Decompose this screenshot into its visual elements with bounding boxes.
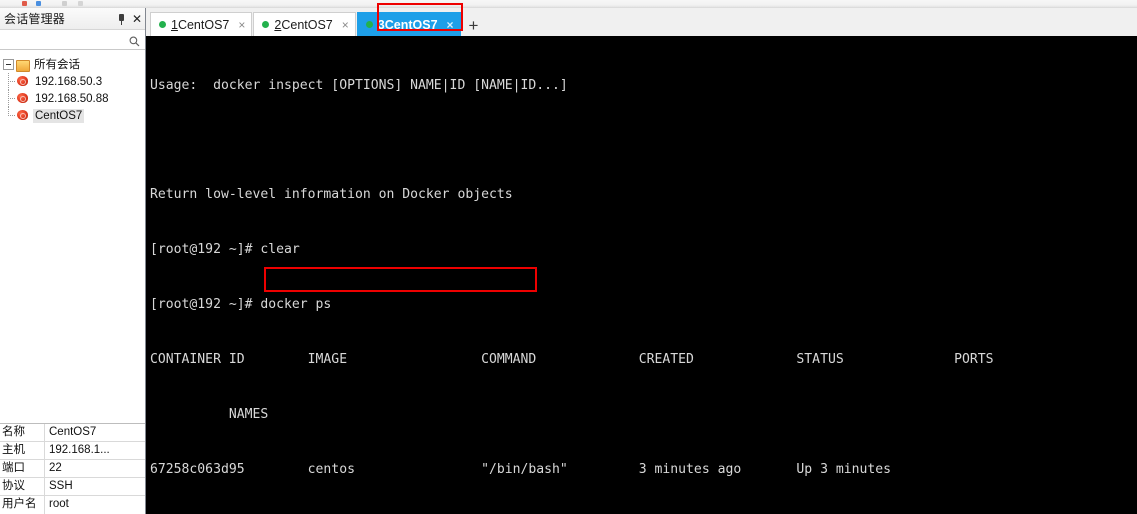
property-row: 协议 SSH xyxy=(0,478,145,496)
property-value: root xyxy=(49,498,69,510)
tree-item-192-168-50-88[interactable]: 192.168.50.88 xyxy=(3,90,145,107)
property-row: 名称 CentOS7 xyxy=(0,424,145,442)
property-row: 主机 192.168.1... xyxy=(0,442,145,460)
pin-icon[interactable] xyxy=(117,13,126,25)
session-manager-panel: 会话管理器 ✕ 所有会话 192.168.50.3 192.168.50.88 … xyxy=(0,8,146,514)
connected-status-icon xyxy=(262,21,270,28)
toolbar-icon-c xyxy=(62,1,67,6)
tree-item-centos7[interactable]: CentOS7 xyxy=(3,107,145,124)
search-input[interactable] xyxy=(0,30,145,50)
command-highlight-annotation xyxy=(264,267,537,292)
session-search-bar xyxy=(0,30,145,50)
session-tree[interactable]: 所有会话 192.168.50.3 192.168.50.88 CentOS7 xyxy=(0,50,145,386)
tab-label: CentOS7 xyxy=(384,17,438,32)
session-host-icon xyxy=(16,75,30,88)
property-key: 端口 xyxy=(0,460,45,477)
search-icon[interactable] xyxy=(129,34,140,47)
session-manager-title: 会话管理器 xyxy=(4,12,66,26)
tab-close-icon[interactable]: × xyxy=(447,19,454,31)
toolbar-icon-a xyxy=(22,1,27,6)
tree-guide xyxy=(3,90,16,107)
tab-3-centos7[interactable]: 3 CentOS7 × xyxy=(356,12,461,36)
tab-1-centos7[interactable]: 1 CentOS7 × xyxy=(150,12,253,36)
property-value: 22 xyxy=(49,462,62,474)
session-manager-header: 会话管理器 ✕ xyxy=(0,8,145,30)
terminal-output[interactable]: Usage: docker inspect [OPTIONS] NAME|ID … xyxy=(146,36,1137,514)
tab-close-icon[interactable]: × xyxy=(238,19,245,31)
terminal-line: [root@192 ~]# docker ps xyxy=(150,297,332,313)
connected-status-icon xyxy=(365,21,373,28)
terminal-line: Usage: docker inspect [OPTIONS] NAME|ID … xyxy=(150,77,568,93)
property-key: 用户名 xyxy=(0,496,45,514)
new-tab-button[interactable]: + xyxy=(465,17,483,34)
tab-label: CentOS7 xyxy=(177,17,230,32)
tab-bar: 1 CentOS7 × 2 CentOS7 × 3 CentOS7 × + xyxy=(146,8,1137,36)
tab-index: 1 xyxy=(171,17,178,32)
toolbar-sliver xyxy=(0,0,1137,8)
terminal-line: CONTAINER ID IMAGE COMMAND CREATED STATU… xyxy=(150,352,994,368)
property-key: 协议 xyxy=(0,478,45,495)
connected-status-icon xyxy=(159,21,166,28)
collapse-toggle-icon[interactable] xyxy=(3,59,14,70)
tree-item-192-168-50-3[interactable]: 192.168.50.3 xyxy=(3,73,145,90)
tree-item-label: CentOS7 xyxy=(33,108,85,123)
tree-guide xyxy=(3,73,16,90)
folder-icon xyxy=(16,59,30,72)
tree-item-root[interactable]: 所有会话 xyxy=(3,56,145,73)
tab-2-centos7[interactable]: 2 CentOS7 × xyxy=(253,12,356,36)
session-properties-grid: 名称 CentOS7 主机 192.168.1... 端口 22 协议 SSH … xyxy=(0,423,145,514)
terminal-line: Return low-level information on Docker o… xyxy=(150,187,513,203)
session-host-icon xyxy=(16,92,30,105)
property-row: 用户名 root xyxy=(0,496,145,514)
tab-label: CentOS7 xyxy=(281,17,333,32)
tree-item-label: 192.168.50.3 xyxy=(35,75,103,88)
toolbar-icon-b xyxy=(36,1,41,6)
property-value: SSH xyxy=(49,480,73,492)
terminal-line: 67258c063d95 centos "/bin/bash" 3 minute… xyxy=(150,461,892,477)
terminal-line: NAMES xyxy=(150,406,269,422)
property-row: 端口 22 xyxy=(0,460,145,478)
session-host-icon xyxy=(16,109,30,122)
tree-item-label: 192.168.50.88 xyxy=(35,92,109,105)
property-value: CentOS7 xyxy=(49,426,97,438)
toolbar-icon-d xyxy=(78,1,83,6)
xshell-window: 会话管理器 ✕ 所有会话 192.168.50.3 192.168.50.88 … xyxy=(0,0,1137,514)
tab-index: 2 xyxy=(274,17,282,32)
tab-close-icon[interactable]: × xyxy=(342,19,349,31)
tree-guide xyxy=(3,107,16,124)
property-value: 192.168.1... xyxy=(49,444,110,456)
property-key: 名称 xyxy=(0,424,45,441)
property-key: 主机 xyxy=(0,442,45,459)
tab-index: 3 xyxy=(377,17,385,32)
terminal-line: [root@192 ~]# clear xyxy=(150,242,300,258)
close-icon[interactable]: ✕ xyxy=(132,13,142,25)
tree-item-label: 所有会话 xyxy=(34,58,80,71)
